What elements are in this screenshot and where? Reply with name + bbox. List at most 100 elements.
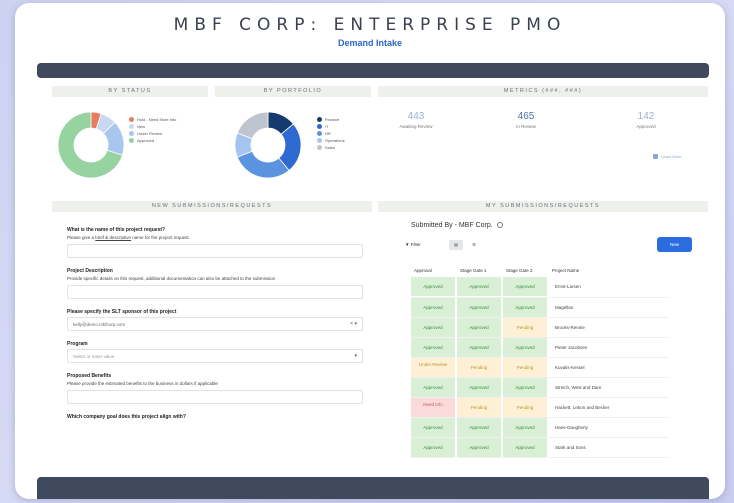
section-by-status: BY STATUS (52, 86, 208, 97)
column-header[interactable]: Stage Gate 1 (457, 263, 503, 277)
table-cell: Approved (503, 277, 549, 298)
metric-label: Awaiting Review (399, 124, 433, 129)
status-badge: Approved (457, 417, 501, 437)
project-name-cell[interactable]: Kuvalis-Kessel (549, 357, 669, 378)
project-name-cell[interactable]: Hackett, Lebon and Becker (549, 397, 669, 418)
table-cell: Pending (457, 397, 503, 418)
project-name-input[interactable] (67, 244, 363, 258)
table-cell: Approved (411, 437, 457, 458)
metric-in-review: 465 In Review (491, 111, 561, 129)
project-name-cell[interactable]: Stark and Sons (549, 437, 669, 458)
column-header[interactable]: Approval (411, 263, 457, 277)
table-cell: Approved (411, 377, 457, 398)
legend-swatch (129, 117, 134, 122)
legend-swatch (129, 124, 134, 129)
new-button[interactable]: New (657, 237, 692, 252)
legend-label: HR (325, 131, 331, 136)
table-row[interactable]: Approved Approved Approved Streich, West an… (411, 377, 669, 398)
project-name-cell[interactable]: Hane-Daugherty (549, 417, 669, 438)
table-cell: Under Review (411, 357, 457, 378)
table-row[interactable]: Approved Approved Approved Magellan (411, 297, 669, 318)
status-badge: Approved (503, 337, 547, 357)
table-cell: Approved (457, 377, 503, 398)
donut-slice[interactable] (236, 111, 269, 140)
table-row[interactable]: Need Info Pending Pending Hackett, Lebon an… (411, 397, 669, 418)
legend-item: HR (317, 130, 345, 137)
chevron-down-icon[interactable]: ▾ (354, 353, 357, 359)
table-row[interactable]: Approved Approved Pending Brooks-Rennie (411, 317, 669, 338)
filter-button[interactable]: ▼ Filter (405, 242, 421, 247)
status-badge: Approved (411, 337, 455, 357)
status-badge: Approved (457, 377, 501, 397)
project-name-cell[interactable]: Brooks-Rennie (549, 317, 669, 338)
status-badge: Pending (503, 317, 547, 337)
legend-item: New (129, 123, 176, 130)
table-cell: Approved (411, 277, 457, 298)
legend-label: Operations (325, 138, 345, 143)
legend-label: Under Review (137, 131, 163, 136)
legend-item: Finance (317, 116, 345, 123)
table-row[interactable]: Approved Approved Approved Stark and Sons (411, 437, 669, 458)
table-cell: Approved (503, 377, 549, 398)
table-cell: Approved (411, 317, 457, 338)
slt-sponsor-field[interactable]: kelly@demo.mbfcorp.com × ▾ (67, 317, 363, 331)
project-name-cell[interactable]: Pieter Jacobsen (549, 337, 669, 358)
table-cell: Approved (503, 417, 549, 438)
column-header[interactable]: Stage Gate 2 (503, 263, 549, 277)
status-badge: Pending (457, 357, 501, 377)
status-badge: Approved (411, 377, 455, 397)
section-my-submissions: MY SUBMISSIONS/REQUESTS (378, 201, 708, 212)
submissions-title-text: Submitted By - MBF Corp. (411, 222, 493, 229)
section-metrics: METRICS (###, ###) (378, 86, 708, 97)
table-header-row: Approval Stage Gate 1 Stage Gate 2 Proje… (411, 263, 669, 277)
app-window: MBF CORP: ENTERPRISE PMO Demand Intake B… (15, 3, 725, 499)
status-badge: Approved (457, 317, 501, 337)
description-text: Please give a (67, 235, 96, 240)
metric-label: In Review (516, 124, 536, 129)
table-row[interactable]: Under Review Pending Pending Kuvalis-Kessel (411, 357, 669, 378)
list-view-icon[interactable]: ▤ (449, 240, 463, 250)
table-row[interactable]: Approved Approved Approved Hane-Daugherty (411, 417, 669, 438)
chevron-down-icon[interactable]: × ▾ (350, 321, 357, 327)
portfolio-donut-chart[interactable] (233, 110, 303, 180)
table-row[interactable]: Approved Approved Approved Ernst-Larsen (411, 277, 669, 298)
legend-label: Sales (325, 145, 336, 150)
status-donut-chart[interactable] (56, 110, 126, 180)
status-badge: Pending (503, 357, 547, 377)
table-cell: Approved (411, 417, 457, 438)
proposed-benefits-input[interactable] (67, 390, 363, 404)
program-select[interactable]: Select or enter value ▾ (67, 349, 363, 363)
column-header[interactable]: Project Name (549, 263, 669, 277)
status-badge: Approved (503, 277, 547, 297)
info-icon[interactable] (496, 222, 503, 229)
metric-value: 142 (637, 111, 655, 122)
table-cell: Approved (457, 297, 503, 318)
description-project-name: Please give a brief & descriptive name f… (67, 235, 363, 241)
question-proposed-benefits: Proposed Benefits (67, 373, 112, 379)
metric-awaiting-review: 443 Awaiting Review (381, 111, 451, 129)
project-name-cell[interactable]: Streich, West and Dare (549, 377, 669, 398)
description-link[interactable]: brief & descriptive (95, 235, 131, 240)
table-row[interactable]: Approved Approved Approved Pieter Jacobsen (411, 337, 669, 358)
legend-swatch (317, 138, 322, 143)
project-description-input[interactable] (67, 285, 363, 299)
description-proposed-benefits: Please provide the estimated benefits to… (67, 381, 218, 386)
legend-item: Sales (317, 144, 345, 151)
status-badge: Approved (503, 437, 547, 457)
submissions-panel: Submitted By - MBF Corp. ▼ Filter ▤ ☰ Ne… (397, 216, 702, 458)
status-badge: Approved (411, 297, 455, 317)
status-badge: Approved (411, 317, 455, 337)
bottom-bar (37, 477, 709, 499)
section-by-portfolio: BY PORTFOLIO (215, 86, 371, 97)
description-project-description: Provide specific details on this request… (67, 276, 276, 281)
status-badge: Approved (457, 337, 501, 357)
page-subtitle[interactable]: Demand Intake (15, 38, 725, 48)
submissions-toolbar: ▼ Filter ▤ ☰ New (397, 237, 702, 255)
learn-more-link[interactable]: Learn More (653, 154, 681, 159)
question-project-description: Project Description (67, 268, 113, 274)
grid-view-icon[interactable]: ☰ (467, 240, 481, 250)
learn-more-label: Learn More (661, 154, 682, 159)
project-name-cell[interactable]: Ernst-Larsen (549, 277, 669, 298)
legend-swatch (317, 117, 322, 122)
project-name-cell[interactable]: Magellan (549, 297, 669, 318)
